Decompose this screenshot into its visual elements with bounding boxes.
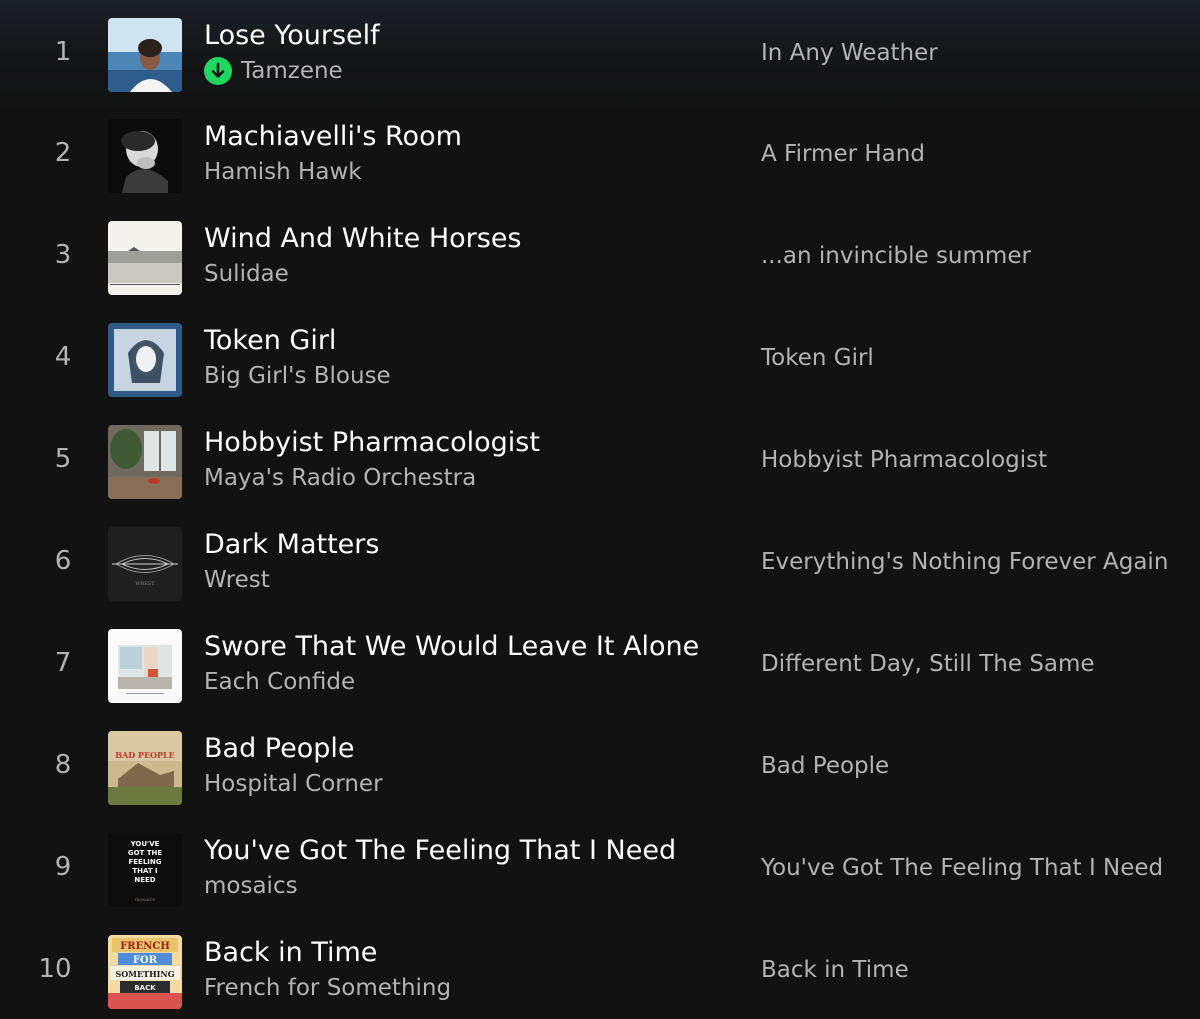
track-number: 6 [54,546,72,576]
track-number: 4 [54,342,72,372]
cover-text: THAT I [132,867,157,875]
track-album[interactable]: In Any Weather [761,34,938,72]
track-artist-line: Tamzene [204,54,343,88]
album-cover-image[interactable] [108,425,182,499]
downloaded-icon [204,57,232,85]
album-cover-image[interactable] [108,221,182,295]
track-album[interactable]: ...an invincible summer [761,237,1031,275]
track-list: 1 Lose Yourself Tamzene In Any Weather 2 [0,0,1200,1019]
track-row[interactable]: 6 WREST Dark Matters Wrest Everything's … [0,509,1200,610]
cover-text: FRENCH [120,941,170,952]
track-artist[interactable]: Wrest [204,563,270,597]
track-number: 8 [54,750,72,780]
track-artist[interactable]: mosaics [204,869,298,903]
cover-text: YOU'VE [130,840,160,848]
track-album[interactable]: A Firmer Hand [761,135,925,173]
track-row[interactable]: 4 Token Girl Big Girl's Blouse Token Gir… [0,305,1200,406]
track-artist[interactable]: Sulidae [204,257,289,291]
room-plants-cover-icon [108,425,182,499]
collage-cover-icon: FRENCH FOR SOMETHING BACK [108,935,182,1009]
track-title[interactable]: Token Girl [204,321,336,361]
album-cover-image[interactable]: YOU'VE GOT THE FEELING THAT I NEED mosai… [108,833,182,907]
track-artist[interactable]: Big Girl's Blouse [204,359,391,393]
track-number: 3 [54,240,72,270]
album-cover-image[interactable]: WREST [108,527,182,601]
bw-portrait-cover-icon [108,119,182,193]
track-album[interactable]: You've Got The Feeling That I Need [761,849,1163,887]
track-artist[interactable]: Tamzene [241,54,343,88]
track-album[interactable]: Bad People [761,747,889,785]
waveform-cover-icon: WREST [108,527,182,601]
cover-text: NEED [134,876,155,884]
track-title[interactable]: Back in Time [204,933,377,973]
track-number: 10 [38,954,72,984]
track-artist[interactable]: Each Confide [204,665,355,699]
track-artist[interactable]: Hamish Hawk [204,155,362,189]
cover-text: mosaics [135,897,156,903]
track-row[interactable]: 10 FRENCH FOR SOMETHING BACK Back in Tim… [0,917,1200,1018]
track-title[interactable]: Bad People [204,729,355,769]
track-number: 7 [54,648,72,678]
track-title[interactable]: Wind And White Horses [204,219,522,259]
track-number: 2 [54,138,72,168]
track-row[interactable]: 2 Machiavelli's Room Hamish Hawk A Firme… [0,101,1200,202]
track-album[interactable]: Hobbyist Pharmacologist [761,441,1047,479]
cover-text: FOR [133,955,158,966]
album-cover-image[interactable] [108,629,182,703]
blue-portrait-cover-icon [108,323,182,397]
cover-text: FEELING [128,858,161,866]
album-cover-image[interactable]: BAD PEOPLE [108,731,182,805]
track-album[interactable]: Different Day, Still The Same [761,645,1095,683]
track-number: 5 [54,444,72,474]
text-cover-icon: YOU'VE GOT THE FEELING THAT I NEED mosai… [108,833,182,907]
track-number: 9 [54,852,72,882]
track-title[interactable]: Lose Yourself [204,16,380,56]
portrait-sea-cover-icon [108,18,182,92]
album-cover-image[interactable] [108,18,182,92]
cover-text: GOT THE [128,849,163,857]
track-album[interactable]: Token Girl [761,339,874,377]
track-title[interactable]: Hobbyist Pharmacologist [204,423,540,463]
track-artist[interactable]: Maya's Radio Orchestra [204,461,476,495]
house-cover-icon: BAD PEOPLE [108,731,182,805]
track-title[interactable]: Swore That We Would Leave It Alone [204,627,699,667]
album-cover-image[interactable]: FRENCH FOR SOMETHING BACK [108,935,182,1009]
track-row[interactable]: 1 Lose Yourself Tamzene In Any Weather [0,0,1200,101]
track-row[interactable]: 7 Swore That We Would Leave It Alone Eac… [0,611,1200,712]
track-artist[interactable]: Hospital Corner [204,767,383,801]
track-title[interactable]: Machiavelli's Room [204,117,462,157]
track-album[interactable]: Back in Time [761,951,909,989]
track-title[interactable]: You've Got The Feeling That I Need [204,831,676,871]
track-row[interactable]: 5 Hobbyist Pharmacologist Maya's Radio O… [0,407,1200,508]
cover-text: BACK [134,984,156,992]
track-row[interactable]: 3 Wind And White Horses Sulidae ...an in… [0,203,1200,304]
track-title[interactable]: Dark Matters [204,525,379,565]
track-number: 1 [54,37,72,67]
cover-text: SOMETHING [115,969,174,979]
album-cover-image[interactable] [108,323,182,397]
interior-cover-icon [108,629,182,703]
album-cover-image[interactable] [108,119,182,193]
track-album[interactable]: Everything's Nothing Forever Again [761,543,1168,581]
track-artist[interactable]: French for Something [204,971,451,1005]
cover-text: WREST [135,581,155,587]
track-row[interactable]: 8 BAD PEOPLE Bad People Hospital Corner … [0,713,1200,814]
cover-text: BAD PEOPLE [115,750,175,760]
track-row[interactable]: 9 YOU'VE GOT THE FEELING THAT I NEED mos… [0,815,1200,916]
seascape-cover-icon [108,221,182,295]
